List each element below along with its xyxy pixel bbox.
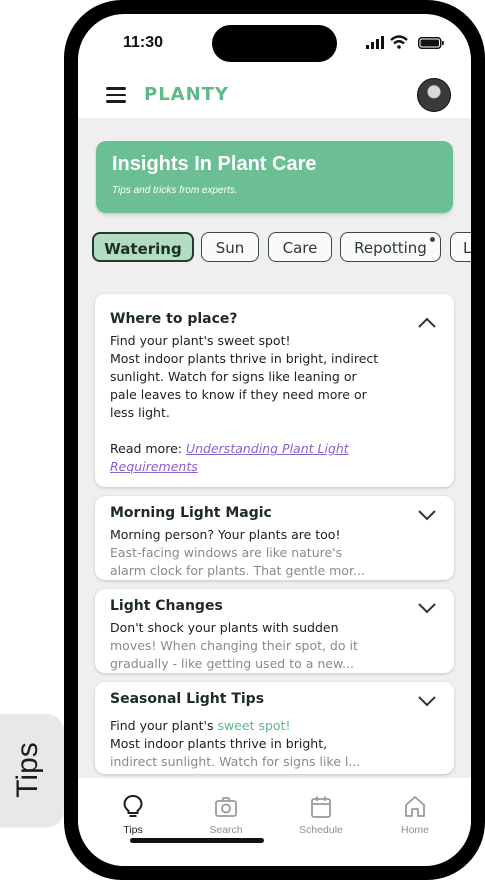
chip-repotting[interactable]: Repotting [340,232,441,262]
card-line: moves! When changing their spot, do it [110,638,358,653]
card-line: Most indoor plants thrive in bright, ind… [110,351,379,366]
highlight-text: sweet spot! [217,718,291,733]
tip-card-seasonal-light[interactable]: Seasonal Light Tips Find your plant's sw… [95,682,454,774]
card-line: Don't shock your plants with sudden [110,620,339,635]
hamburger-menu-icon[interactable] [106,87,126,103]
nav-search[interactable]: Search [191,794,261,836]
nav-label: Tips [123,824,143,836]
nav-label: Schedule [299,824,343,836]
main-content: Insights In Plant Care Tips and tricks f… [78,118,471,778]
card-line: Most indoor plants thrive in bright, [110,736,328,751]
chevron-down-icon[interactable] [418,603,436,614]
nav-label: Search [209,824,243,836]
card-title: Where to place? [110,311,238,327]
card-line: alarm clock for plants. That gentle mor.… [110,563,365,578]
banner-title: Insights In Plant Care [112,153,317,175]
card-line: Morning person? Your plants are too! [110,527,341,542]
chevron-up-icon[interactable] [418,317,436,328]
chip-care[interactable]: Care [268,232,332,262]
card-line: Find your plant's sweet spot! [110,717,380,735]
lightbulb-icon [123,794,143,817]
category-chips: Watering Sun Care Repotting L [92,232,471,268]
card-title: Light Changes [110,598,223,614]
chip-repotting-label: Repotting [354,239,427,257]
tip-card-where-to-place[interactable]: Where to place? Find your plant's sweet … [95,294,454,487]
read-more-link[interactable]: Understanding Plant Light [186,441,349,456]
tip-card-light-changes[interactable]: Light Changes Don't shock your plants wi… [95,589,454,673]
read-more-link-cont[interactable]: Requirements [110,459,198,474]
home-indicator[interactable] [130,838,264,843]
bottom-nav: Tips Search Schedule Home [78,778,471,866]
chip-partial[interactable]: L [450,232,471,262]
avatar[interactable] [417,78,451,112]
card-line: less light. [110,405,170,420]
signal-icon [366,36,384,49]
card-body: Find your plant's sweet spot! Most indoo… [110,717,380,771]
card-line: indirect sunlight. Watch for signs like … [110,754,361,769]
camera-icon [215,797,237,817]
card-body: Morning person? Your plants are too! Eas… [110,526,380,580]
notification-dot [430,237,435,242]
chevron-down-icon[interactable] [418,696,436,707]
read-more-label: Read more: [110,441,182,456]
card-line: pale leaves to know if they need more or [110,387,367,402]
card-line: East-facing windows are like nature's [110,545,343,560]
app-bar: PLANTY [78,78,471,118]
nav-tips[interactable]: Tips [98,794,168,836]
nav-label: Home [400,824,429,836]
insights-banner: Insights In Plant Care Tips and tricks f… [96,141,453,213]
side-tab-tips[interactable]: Tips [0,714,64,826]
card-line-part: Find your plant's [110,718,218,733]
nav-home[interactable]: Home [380,794,450,836]
battery-icon [418,37,444,49]
chip-sun[interactable]: Sun [201,232,259,262]
card-line: Find your plant's sweet spot! [110,333,291,348]
card-body: Find your plant's sweet spot! Most indoo… [110,332,380,476]
status-bar: 11:30 [78,14,471,74]
card-line: gradually - like getting used to a new..… [110,656,354,671]
brand-title: PLANTY [144,84,229,105]
side-tab-label: Tips [11,742,44,798]
read-more-row: Read more: Understanding Plant Light [110,440,380,458]
tip-card-morning-light[interactable]: Morning Light Magic Morning person? Your… [95,496,454,580]
card-title: Morning Light Magic [110,505,272,521]
chevron-down-icon[interactable] [418,510,436,521]
phone-screen: 11:30 PLANTY Insights In Plant Care Tips… [78,14,471,866]
home-icon [405,796,425,817]
card-line: sunlight. Watch for signs like leaning o… [110,369,357,384]
calendar-icon [311,796,331,818]
dynamic-island [212,25,337,62]
chip-watering[interactable]: Watering [92,232,194,262]
wifi-icon [390,35,408,49]
card-body: Don't shock your plants with sudden move… [110,619,380,673]
banner-subtitle: Tips and tricks from experts. [112,185,238,196]
card-title: Seasonal Light Tips [110,691,265,707]
status-time: 11:30 [123,34,164,51]
nav-schedule[interactable]: Schedule [286,794,356,836]
